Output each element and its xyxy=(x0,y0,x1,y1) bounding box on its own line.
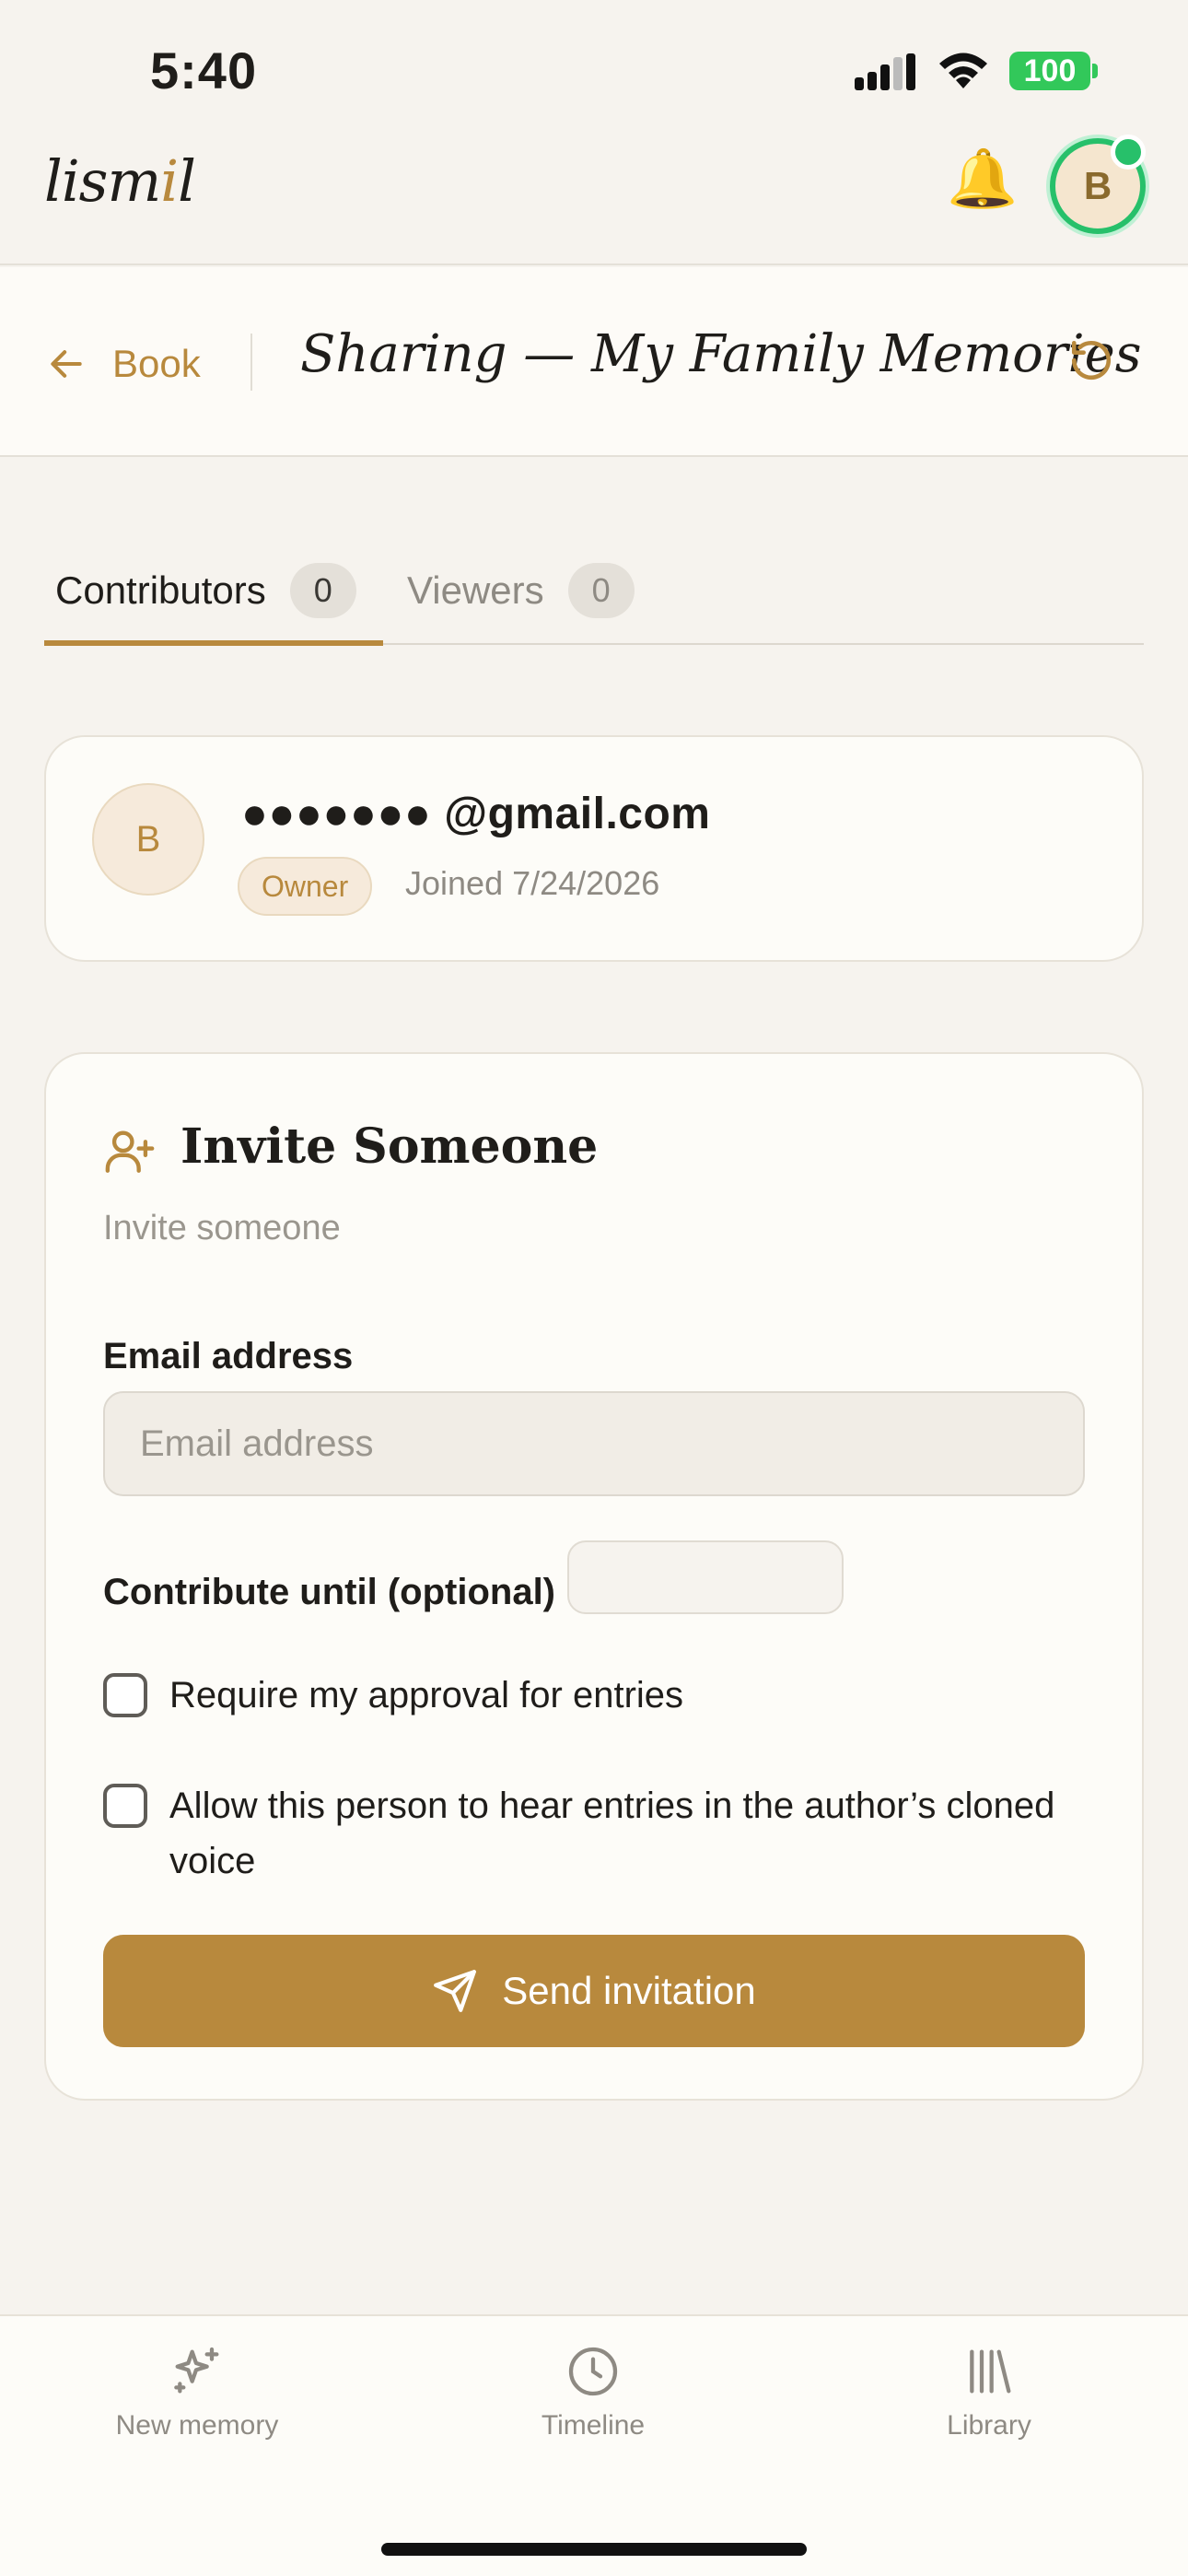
tab-label: Viewers xyxy=(407,568,544,612)
bottom-navigation: New memory Timeline Library xyxy=(0,2314,1188,2576)
title-bar: Book Sharing — My Family Memories xyxy=(0,267,1188,457)
count-badge: 0 xyxy=(567,563,635,618)
contribute-until-label: Contribute until (optional) xyxy=(103,1572,555,1612)
page-title: Sharing — My Family Memories xyxy=(300,324,1142,384)
nav-label: Timeline xyxy=(541,2410,646,2441)
require-approval-option[interactable]: Require my approval for entries xyxy=(103,1668,683,1723)
sharing-tabs: Contributors 0 Viewers 0 xyxy=(44,536,1144,646)
invite-title: Invite Someone xyxy=(181,1118,599,1175)
send-icon xyxy=(434,1970,477,2012)
home-indicator[interactable] xyxy=(381,2543,807,2556)
refresh-icon[interactable] xyxy=(1068,337,1114,383)
email-field[interactable] xyxy=(103,1391,1085,1496)
bell-icon[interactable]: 🔔 xyxy=(947,151,1018,208)
battery-level: 100 xyxy=(1009,52,1090,90)
email-label: Email address xyxy=(103,1336,354,1376)
battery-icon: 100 xyxy=(1009,52,1098,90)
owner-card: B ●●●●●●● @gmail.com Owner Joined 7/24/2… xyxy=(44,735,1144,962)
user-plus-icon xyxy=(105,1130,155,1173)
nav-label: Library xyxy=(947,2410,1031,2441)
cloned-voice-option[interactable]: Allow this person to hear entries in the… xyxy=(103,1778,1061,1889)
tab-label: Contributors xyxy=(55,568,266,612)
app-header: lismil 🔔 B xyxy=(0,138,1188,265)
invite-card: Invite Someone Invite someone Email addr… xyxy=(44,1052,1144,2101)
library-icon xyxy=(970,2349,1011,2394)
cellular-signal-icon xyxy=(855,53,915,90)
status-time: 5:40 xyxy=(150,41,258,100)
tab-contributors[interactable]: Contributors 0 xyxy=(55,536,356,645)
back-button-label: Book xyxy=(112,342,201,385)
require-approval-checkbox[interactable] xyxy=(103,1673,147,1717)
nav-timeline[interactable]: Timeline xyxy=(473,2342,713,2441)
send-button-label: Send invitation xyxy=(502,1969,756,2012)
sparkles-icon xyxy=(174,2347,219,2394)
clock-icon xyxy=(568,2347,618,2396)
owner-email: ●●●●●●● @gmail.com xyxy=(241,790,711,838)
nav-library[interactable]: Library xyxy=(869,2342,1109,2441)
nav-label: New memory xyxy=(115,2410,279,2441)
avatar: B xyxy=(92,783,204,896)
online-status-badge xyxy=(1111,135,1146,170)
arrow-left-icon xyxy=(51,350,82,378)
wifi-icon xyxy=(939,53,987,88)
contribute-until-date-field[interactable] xyxy=(567,1540,844,1614)
back-button[interactable]: Book xyxy=(46,332,201,396)
cloned-voice-checkbox[interactable] xyxy=(103,1784,147,1828)
nav-new-memory[interactable]: New memory xyxy=(77,2342,317,2441)
active-tab-indicator xyxy=(44,640,383,646)
joined-date: Joined 7/24/2026 xyxy=(405,864,660,902)
checkbox-label: Allow this person to hear entries in the… xyxy=(169,1786,1055,1881)
checkbox-label: Require my approval for entries xyxy=(169,1675,684,1715)
count-badge: 0 xyxy=(289,563,356,618)
send-invitation-button[interactable]: Send invitation xyxy=(103,1935,1085,2047)
invite-subtitle: Invite someone xyxy=(103,1209,341,1247)
tab-viewers[interactable]: Viewers 0 xyxy=(407,536,635,645)
screen: 5:40 100 lismil 🔔 B Book Sharing — My Fa… xyxy=(0,0,1188,2576)
status-bar: 5:40 100 xyxy=(0,0,1188,138)
app-logo[interactable]: lismil xyxy=(44,147,196,215)
role-badge: Owner xyxy=(238,857,373,916)
divider xyxy=(250,334,252,391)
